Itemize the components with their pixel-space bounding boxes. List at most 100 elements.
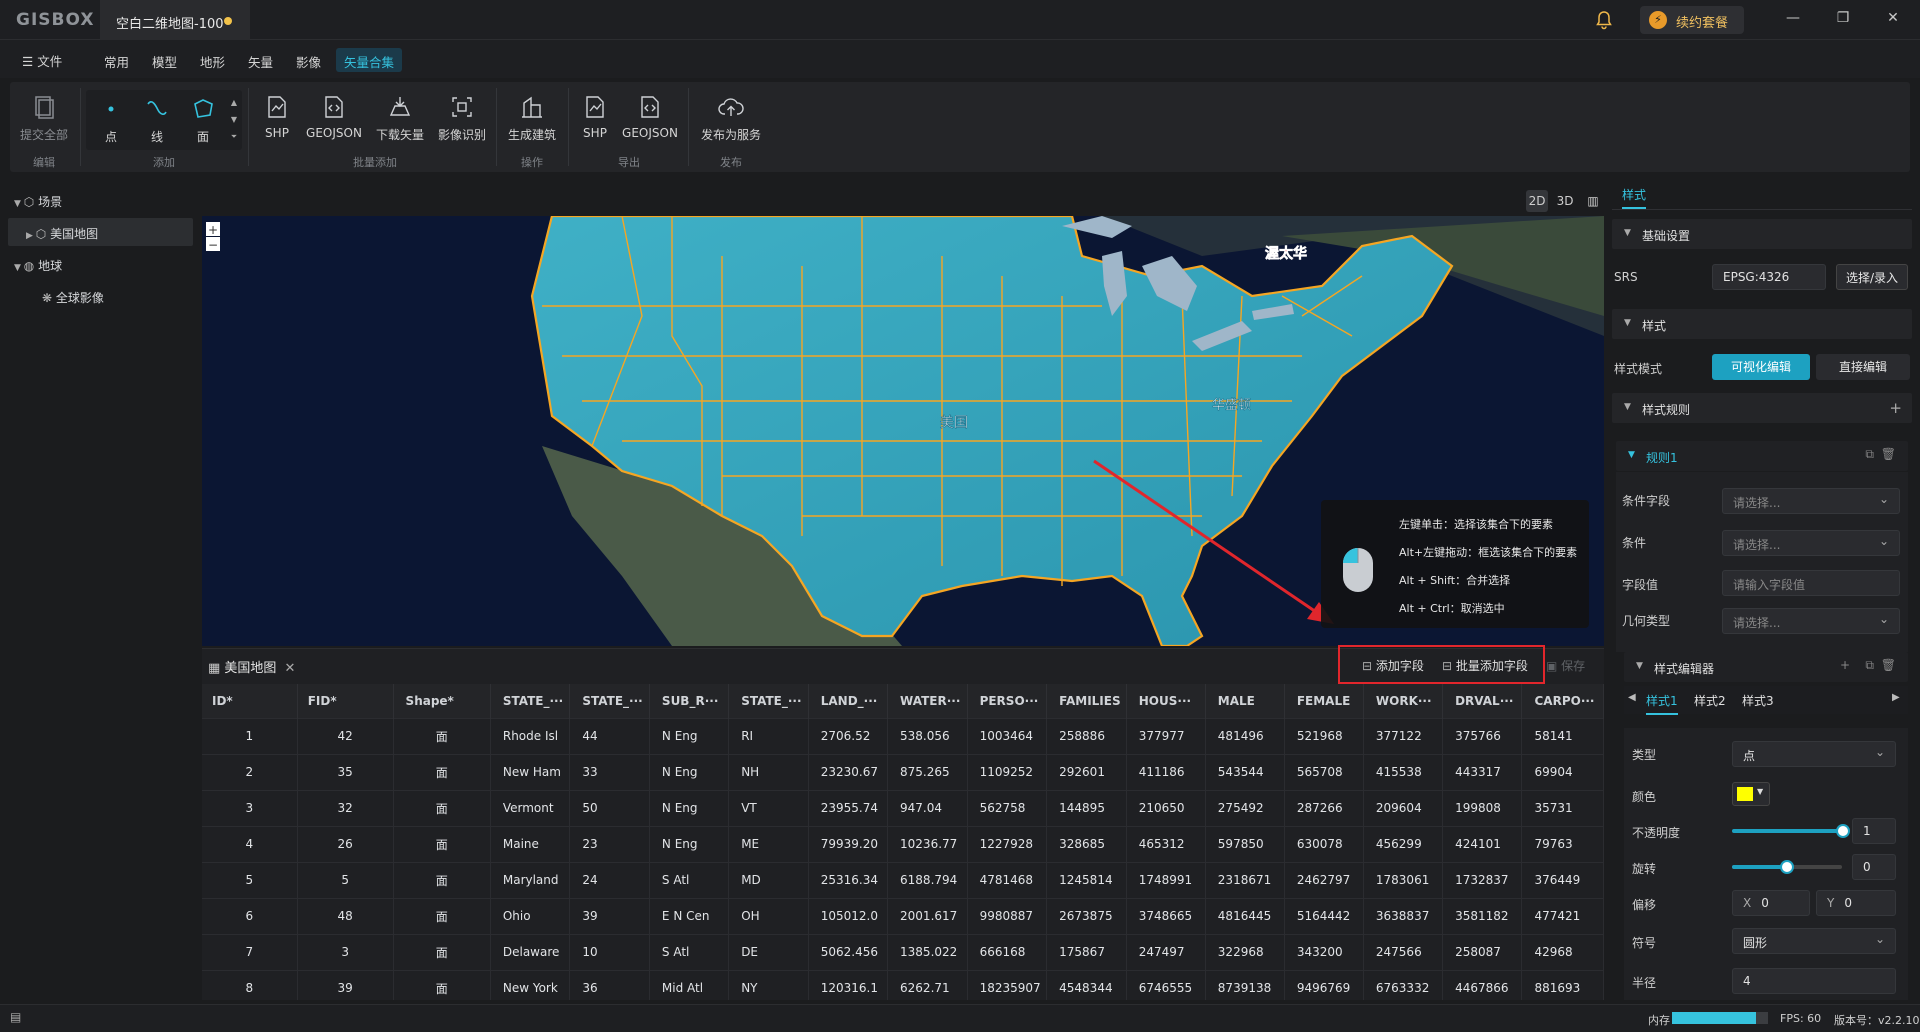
copy-icon[interactable]: ⧉ (1865, 447, 1874, 462)
table-cell[interactable]: MD (728, 861, 809, 898)
document-tab[interactable]: 空白二维地图-100 (100, 0, 250, 40)
table-cell[interactable]: 5 (297, 861, 394, 898)
table-cell[interactable]: 1227928 (967, 825, 1048, 862)
table-cell[interactable]: 6262.71 (887, 969, 968, 1000)
table-cell[interactable]: NH (728, 753, 809, 790)
gallery-scroll[interactable]: ▲ ▼ ⏷ (228, 94, 240, 148)
menu-model[interactable]: 模型 (152, 52, 177, 71)
menu-common[interactable]: 常用 (104, 52, 129, 71)
batch-shp-button[interactable]: SHP (260, 94, 294, 140)
style-tab-2[interactable]: 样式2 (1694, 692, 1726, 709)
table-cell[interactable]: 4467866 (1442, 969, 1523, 1000)
menu-vector[interactable]: 矢量 (248, 52, 273, 71)
column-header[interactable]: FAMILIES (1046, 684, 1127, 718)
tab-style[interactable]: 样式 (1622, 186, 1647, 209)
bell-icon[interactable] (1594, 10, 1614, 30)
table-cell[interactable]: 9980887 (967, 897, 1048, 934)
table-cell[interactable]: 3 (202, 789, 298, 826)
tree-node-scene[interactable]: ▼ ⬡ 场景 (14, 193, 62, 210)
table-cell[interactable]: 1 (202, 717, 298, 754)
table-cell[interactable]: 25316.34 (808, 861, 889, 898)
table-cell[interactable]: 947.04 (887, 789, 968, 826)
table-cell[interactable]: 48 (297, 897, 394, 934)
table-cell[interactable]: 5164442 (1284, 897, 1364, 934)
table-cell[interactable]: 881693 (1521, 969, 1604, 1000)
delete-style-icon[interactable]: 🗑 (1881, 658, 1896, 672)
table-cell[interactable]: 33 (569, 753, 650, 790)
opacity-slider-handle[interactable] (1836, 824, 1850, 838)
draw-point-button[interactable]: 点 (94, 96, 128, 145)
opacity-input[interactable]: 1 (1852, 818, 1896, 844)
save-button[interactable]: ▣ 保存 (1546, 657, 1585, 674)
column-header[interactable]: CARPO··· (1521, 684, 1604, 718)
copy-style-icon[interactable]: ⧉ (1865, 658, 1874, 673)
table-cell[interactable]: 10236.77 (887, 825, 968, 862)
table-cell[interactable]: 411186 (1126, 753, 1206, 790)
table-cell[interactable]: 597850 (1205, 825, 1285, 862)
rotation-slider-handle[interactable] (1780, 860, 1794, 874)
table-cell[interactable]: 2706.52 (808, 717, 889, 754)
table-row[interactable]: 8 39 面 New York 36 Mid Atl NY 120316.1 6262.71 18… (202, 969, 1604, 1000)
table-cell[interactable]: 5062.456 (808, 933, 889, 970)
column-header[interactable]: ID* (202, 684, 298, 718)
table-cell[interactable]: 258886 (1046, 717, 1127, 754)
scroll-down-icon[interactable]: ▼ (228, 111, 240, 128)
table-cell[interactable]: 6746555 (1126, 969, 1206, 1000)
table-cell[interactable]: Delaware (490, 933, 571, 970)
table-cell[interactable]: 9496769 (1284, 969, 1364, 1000)
table-cell[interactable]: 481496 (1205, 717, 1285, 754)
table-row[interactable]: 5 5 面 Maryland 24 S Atl MD 25316.34 6188.794 4781… (202, 861, 1604, 898)
column-header[interactable]: MALE (1205, 684, 1285, 718)
radius-input[interactable]: 4 (1732, 968, 1896, 994)
rule-1-header[interactable]: ▼ 规则1 ⧉ 🗑 (1616, 441, 1908, 471)
section-style-rules[interactable]: ▼ 样式规则 + (1612, 393, 1912, 423)
draw-polygon-button[interactable]: 面 (186, 96, 220, 145)
column-header[interactable]: DRVAL··· (1442, 684, 1523, 718)
cond-select[interactable]: 请选择... ⌄ (1722, 530, 1900, 556)
table-cell[interactable]: 1003464 (967, 717, 1048, 754)
menu-imagery[interactable]: 影像 (296, 52, 321, 71)
table-cell[interactable]: 322968 (1205, 933, 1285, 970)
close-tab-icon[interactable]: ✕ (284, 661, 295, 676)
table-cell[interactable]: 3638837 (1363, 897, 1444, 934)
table-cell[interactable]: 275492 (1205, 789, 1285, 826)
table-cell[interactable]: 2673875 (1046, 897, 1127, 934)
table-cell[interactable]: 2462797 (1284, 861, 1364, 898)
trash-icon[interactable]: 🗑 (1881, 447, 1896, 461)
table-cell[interactable]: 35731 (1521, 789, 1604, 826)
table-cell[interactable]: 343200 (1284, 933, 1364, 970)
table-cell[interactable]: 35 (297, 753, 394, 790)
table-cell[interactable]: OH (728, 897, 809, 934)
expand-icon[interactable]: ⏷ (228, 128, 240, 145)
table-cell[interactable]: 10 (569, 933, 650, 970)
table-cell[interactable]: N Eng (649, 825, 730, 862)
table-cell[interactable]: 4548344 (1046, 969, 1127, 1000)
table-cell[interactable]: DE (728, 933, 809, 970)
table-cell[interactable]: 23955.74 (808, 789, 889, 826)
table-cell[interactable]: N Eng (649, 753, 730, 790)
table-cell[interactable]: 144895 (1046, 789, 1127, 826)
table-cell[interactable]: 面 (393, 825, 491, 862)
table-cell[interactable]: Maine (490, 825, 571, 862)
tabs-scroll-left-icon[interactable]: ◀ (1628, 692, 1636, 703)
column-header[interactable]: LAND_··· (808, 684, 889, 718)
table-cell[interactable]: 3748665 (1126, 897, 1206, 934)
table-cell[interactable]: 1385.022 (887, 933, 968, 970)
table-cell[interactable]: 4816445 (1205, 897, 1285, 934)
table-cell[interactable]: Ohio (490, 897, 571, 934)
table-cell[interactable]: 8739138 (1205, 969, 1285, 1000)
scroll-up-icon[interactable]: ▲ (228, 94, 240, 111)
table-row[interactable]: 4 26 面 Maine 23 N Eng ME 79939.20 10236.77 122792… (202, 825, 1604, 862)
table-row[interactable]: 7 3 面 Delaware 10 S Atl DE 5062.456 1385.022 6661… (202, 933, 1604, 970)
export-geojson-button[interactable]: GEOJSON (620, 94, 680, 140)
table-cell[interactable]: 面 (393, 969, 491, 1000)
table-cell[interactable]: 7 (202, 933, 298, 970)
table-cell[interactable]: 44 (569, 717, 650, 754)
column-header[interactable]: FID* (297, 684, 394, 718)
table-cell[interactable]: 1245814 (1046, 861, 1127, 898)
view-2d-button[interactable]: 2D (1526, 190, 1548, 212)
table-cell[interactable]: 377977 (1126, 717, 1206, 754)
table-cell[interactable]: 292601 (1046, 753, 1127, 790)
column-header[interactable]: STATE_··· (569, 684, 650, 718)
table-cell[interactable]: 258087 (1442, 933, 1523, 970)
